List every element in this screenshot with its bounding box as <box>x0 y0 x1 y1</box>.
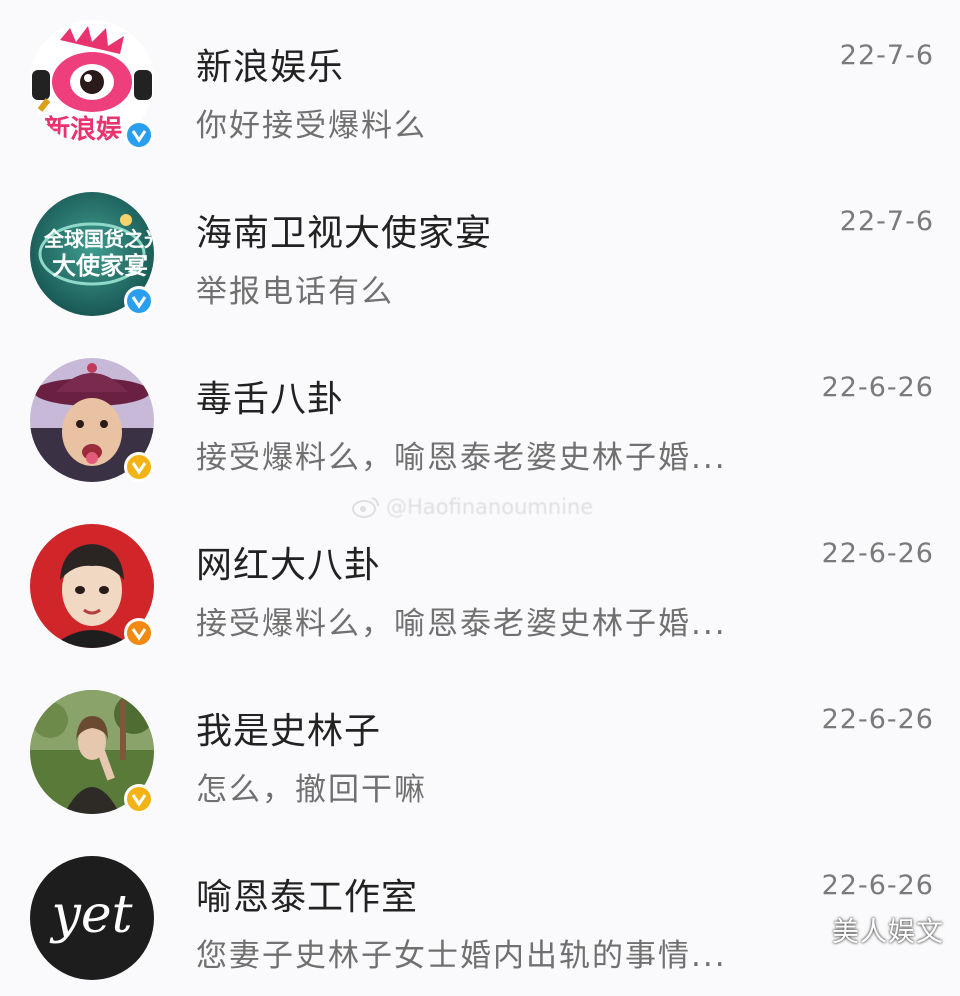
svg-text:新浪娱: 新浪娱 <box>44 114 123 144</box>
conversation-date: 22-6-26 <box>821 870 934 901</box>
conversation-name: 毒舌八卦 <box>196 379 345 420</box>
verified-badge-icon <box>124 286 154 316</box>
conversation-row[interactable]: 毒舌八卦 接受爆料么，喻恩泰老婆史林子婚... 22-6-26 <box>0 332 960 498</box>
conversation-preview: 举报电话有么 <box>196 274 394 310</box>
watermark-text: @Haofinanoumnine <box>386 495 594 519</box>
verified-badge-icon <box>124 452 154 482</box>
conversation-row[interactable]: 网红大八卦 接受爆料么，喻恩泰老婆史林子婚... 22-6-26 <box>0 498 960 664</box>
weibo-watermark: @Haofinanoumnine <box>352 494 593 520</box>
yet-logo-icon: yet <box>30 856 154 980</box>
conversation-name: 我是史林子 <box>196 711 382 752</box>
conversation-date: 22-6-26 <box>821 704 934 735</box>
conversation-name: 新浪娱乐 <box>196 47 345 88</box>
conversation-name: 网红大八卦 <box>196 545 382 586</box>
conversation-row[interactable]: 新浪娱 新浪娱乐 你好接受爆料么 22-7-6 <box>0 0 960 166</box>
conversation-preview: 怎么，撤回干嘛 <box>196 772 427 808</box>
conversation-row[interactable]: 我是史林子 怎么，撤回干嘛 22-6-26 <box>0 664 960 830</box>
brand-watermark: 美人娱文 <box>832 917 944 948</box>
conversation-name: 海南卫视大使家宴 <box>196 213 493 254</box>
conversation-row[interactable]: yet 喻恩泰工作室 您妻子史林子女士婚内出轨的事情... 22-6-26 <box>0 830 960 996</box>
conversation-preview: 接受爆料么，喻恩泰老婆史林子婚... <box>196 606 727 642</box>
avatar[interactable]: yet <box>30 856 154 980</box>
svg-text:全球国货之光: 全球国货之光 <box>43 227 154 251</box>
conversation-date: 22-7-6 <box>839 206 934 237</box>
conversation-date: 22-7-6 <box>839 40 934 71</box>
svg-text:大使家宴: 大使家宴 <box>52 252 148 280</box>
conversation-preview: 接受爆料么，喻恩泰老婆史林子婚... <box>196 440 727 476</box>
verified-badge-icon <box>124 784 154 814</box>
conversation-name: 喻恩泰工作室 <box>196 877 419 918</box>
conversation-date: 22-6-26 <box>821 372 934 403</box>
conversation-preview: 您妻子史林子女士婚内出轨的事情... <box>196 938 727 974</box>
conversation-preview: 你好接受爆料么 <box>196 108 427 144</box>
weibo-icon <box>352 497 379 518</box>
conversation-date: 22-6-26 <box>821 538 934 569</box>
yet-logo-text: yet <box>49 885 132 945</box>
verified-badge-icon <box>124 120 154 150</box>
verified-badge-icon <box>124 618 154 648</box>
conversation-row[interactable]: 全球国货之光 大使家宴 海南卫视大使家宴 举报电话有么 22-7-6 <box>0 166 960 332</box>
